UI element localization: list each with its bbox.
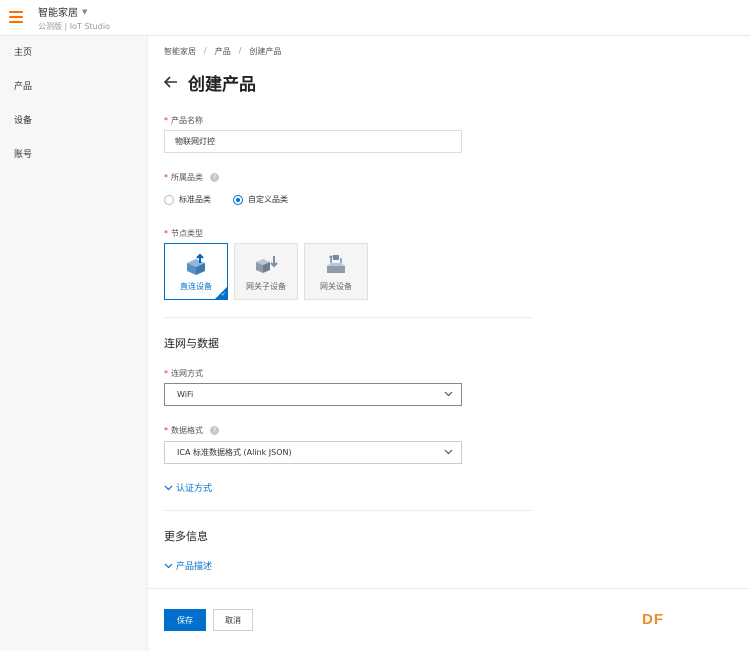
chevron-down-icon — [444, 449, 453, 455]
node-card-label: 网关子设备 — [246, 282, 286, 291]
radio-checked-icon — [233, 194, 243, 205]
data-format-select[interactable]: ICA 标准数据格式 (Alink JSON) — [164, 441, 462, 464]
breadcrumb-separator: / — [238, 46, 242, 55]
gateway-device-icon — [327, 255, 345, 273]
network-method-label: * 连网方式 — [164, 368, 203, 379]
help-icon[interactable]: ? — [210, 426, 219, 435]
breadcrumb: 智能家居 / 产品 / 创建产品 — [164, 46, 281, 57]
node-card-label: 直连设备 — [180, 282, 212, 291]
product-name-label-text: 产品名称 — [171, 116, 203, 125]
app-subtitle: 公测版 | IoT Studio — [38, 22, 110, 31]
product-description-link-text: 产品描述 — [176, 562, 213, 572]
radio-unchecked-icon — [164, 194, 174, 205]
main-content: 智能家居 / 产品 / 创建产品 创建产品 * 产品名称 物联网灯控 * 所属品… — [148, 36, 750, 651]
section-divider — [164, 317, 532, 318]
sidebar-item-accounts[interactable]: 账号 — [0, 138, 147, 172]
required-mark: * — [164, 173, 168, 182]
gateway-sub-device-icon — [256, 256, 278, 273]
required-mark: * — [164, 369, 168, 378]
chevron-down-icon — [164, 485, 173, 491]
node-type-label: * 节点类型 — [164, 228, 203, 239]
chevron-down-icon — [164, 563, 173, 569]
node-type-label-text: 节点类型 — [171, 229, 203, 238]
node-card-label: 网关设备 — [320, 282, 352, 291]
sidebar: 主页 产品 设备 账号 — [0, 36, 148, 651]
help-icon[interactable]: ? — [210, 173, 219, 182]
required-mark: * — [164, 229, 168, 238]
select-value: ICA 标准数据格式 (Alink JSON) — [177, 448, 292, 457]
chevron-down-icon — [444, 391, 453, 397]
node-type-options: 直连设备 ✓ 网关子设备 网关设备 — [164, 243, 368, 300]
product-name-label: * 产品名称 — [164, 115, 203, 126]
node-card-gateway-device[interactable]: 网关设备 — [304, 243, 368, 300]
save-button[interactable]: 保存 — [164, 609, 206, 631]
top-header: 智能家居 ▼ 公测版 | IoT Studio — [0, 0, 750, 36]
data-format-label-text: 数据格式 — [171, 426, 203, 435]
radio-custom-category[interactable]: 自定义品类 — [233, 194, 288, 205]
radio-label: 标准品类 — [179, 195, 211, 204]
select-value: WiFi — [177, 390, 194, 399]
caret-down-icon: ▼ — [82, 7, 88, 16]
category-radio-group: 标准品类 自定义品类 — [164, 194, 288, 205]
page-title: 创建产品 — [188, 75, 256, 95]
radio-standard-category[interactable]: 标准品类 — [164, 194, 211, 205]
node-card-gateway-sub-device[interactable]: 网关子设备 — [234, 243, 298, 300]
category-label-text: 所属品类 — [171, 173, 203, 182]
breadcrumb-current: 创建产品 — [249, 47, 282, 56]
cancel-button[interactable]: 取消 — [213, 609, 253, 631]
network-method-select[interactable]: WiFi — [164, 383, 462, 406]
check-icon: ✓ — [215, 287, 227, 299]
sidebar-item-products[interactable]: 产品 — [0, 70, 147, 104]
footer-divider — [148, 588, 750, 589]
breadcrumb-separator: / — [204, 46, 207, 55]
app-name: 智能家居 — [38, 8, 78, 19]
category-label: * 所属品类 ? — [164, 172, 219, 183]
required-mark: * — [164, 426, 168, 435]
direct-device-icon — [187, 253, 205, 275]
node-card-direct-device[interactable]: 直连设备 ✓ — [164, 243, 228, 300]
breadcrumb-item[interactable]: 产品 — [215, 46, 231, 57]
auth-method-toggle[interactable]: 认证方式 — [164, 481, 212, 494]
data-format-label: * 数据格式 ? — [164, 425, 219, 436]
title-row: 创建产品 — [163, 70, 256, 95]
more-info-section-title: 更多信息 — [164, 530, 208, 543]
auth-method-link-text: 认证方式 — [176, 484, 213, 494]
radio-label: 自定义品类 — [248, 195, 288, 204]
network-method-label-text: 连网方式 — [171, 369, 203, 378]
breadcrumb-item[interactable]: 智能家居 — [164, 46, 196, 57]
product-name-input[interactable]: 物联网灯控 — [164, 130, 462, 153]
section-divider — [164, 510, 532, 511]
sidebar-item-home[interactable]: 主页 — [0, 36, 147, 70]
product-description-toggle[interactable]: 产品描述 — [164, 559, 212, 572]
network-section-title: 连网与数据 — [164, 337, 219, 350]
app-switcher[interactable]: 智能家居 ▼ — [38, 4, 88, 20]
required-mark: * — [164, 116, 168, 125]
sidebar-item-devices[interactable]: 设备 — [0, 104, 147, 138]
hamburger-menu-icon[interactable] — [8, 9, 24, 25]
watermark-logo: DF — [642, 611, 664, 628]
arrow-left-icon[interactable] — [163, 75, 178, 91]
